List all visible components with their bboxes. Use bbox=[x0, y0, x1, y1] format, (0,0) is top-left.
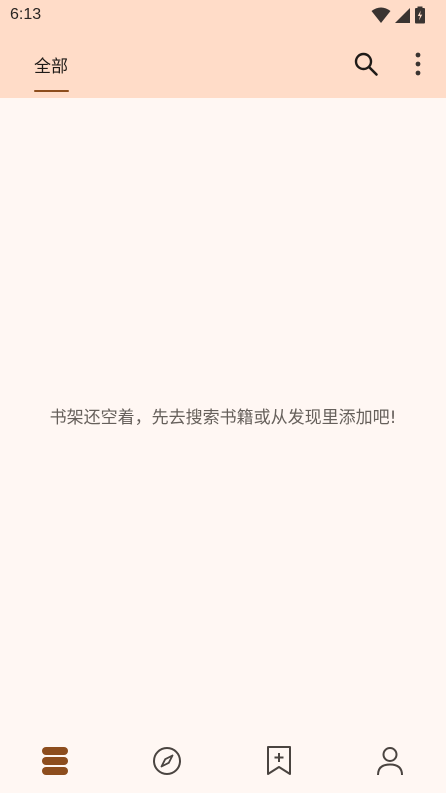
search-icon bbox=[354, 52, 378, 76]
tab-indicator bbox=[34, 90, 69, 92]
more-options-button[interactable] bbox=[406, 51, 430, 77]
wifi-icon bbox=[371, 7, 391, 23]
empty-bookshelf-message: 书架还空着，先去搜索书籍或从发现里添加吧! bbox=[49, 408, 397, 428]
nav-bookmark[interactable] bbox=[263, 745, 295, 777]
bottom-nav bbox=[0, 733, 446, 793]
nav-bookshelf[interactable] bbox=[39, 745, 71, 777]
nav-profile[interactable] bbox=[374, 745, 406, 777]
bookshelf-icon bbox=[42, 747, 68, 775]
status-icons bbox=[371, 6, 426, 24]
nav-discover[interactable] bbox=[151, 745, 183, 777]
person-icon bbox=[377, 747, 403, 776]
tab-all[interactable]: 全部 bbox=[34, 52, 68, 77]
status-bar: 6:13 bbox=[0, 0, 446, 30]
app-bar: 全部 bbox=[0, 30, 446, 98]
status-time: 6:13 bbox=[10, 6, 42, 23]
compass-icon bbox=[153, 747, 181, 775]
more-vert-icon bbox=[415, 52, 421, 76]
battery-icon bbox=[415, 6, 425, 24]
cell-signal-icon bbox=[395, 7, 410, 23]
search-button[interactable] bbox=[353, 51, 379, 77]
bookmark-add-icon bbox=[267, 746, 291, 775]
